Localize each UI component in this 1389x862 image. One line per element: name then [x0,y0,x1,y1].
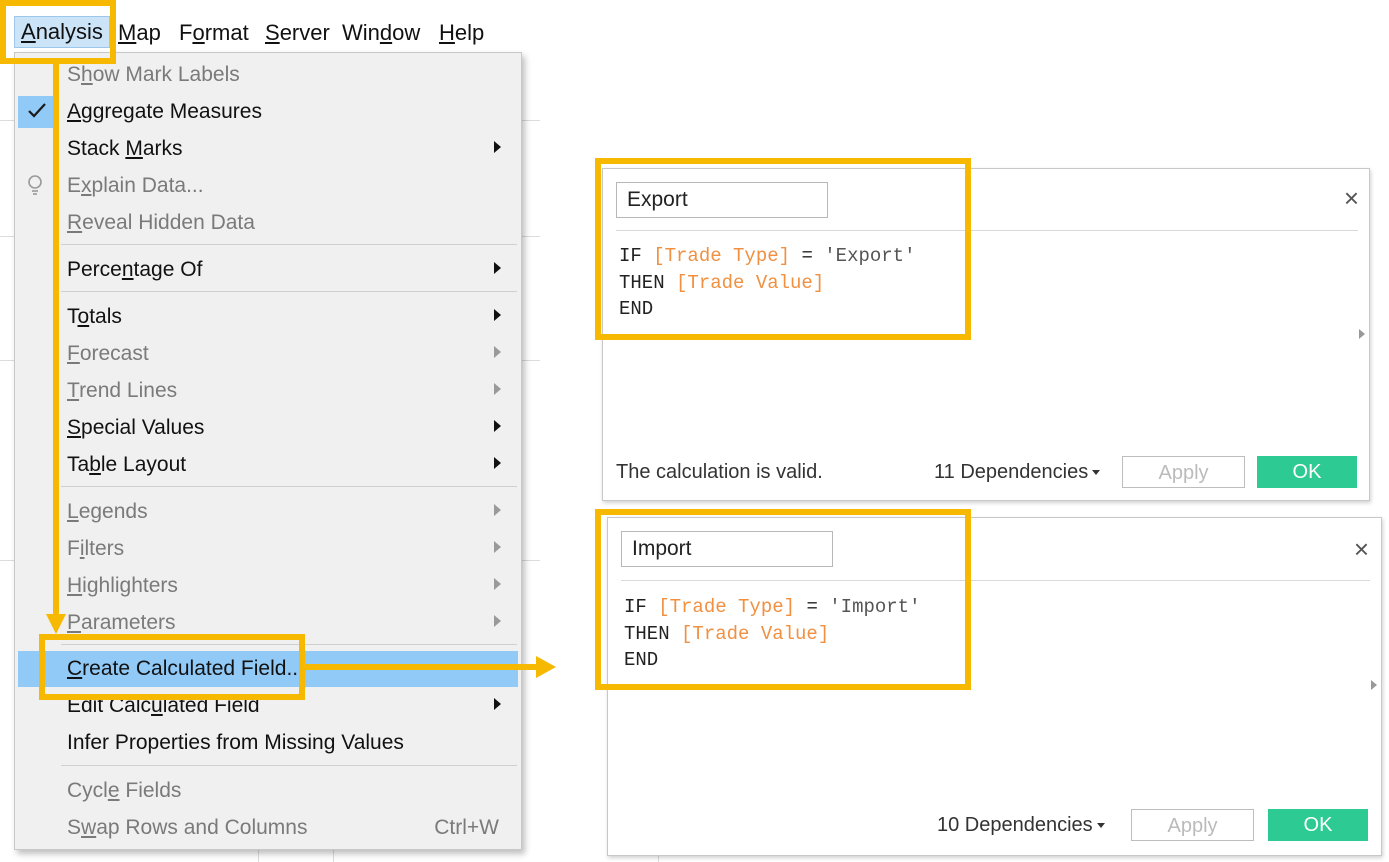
submenu-arrow-icon [494,578,501,590]
menu-item-totals[interactable]: Totals [15,299,521,335]
submenu-arrow-icon [494,141,501,153]
menu-map[interactable]: Map [118,20,161,46]
menu-format[interactable]: Format [179,20,249,46]
menu-separator [61,244,517,245]
submenu-arrow-icon [494,457,501,469]
menu-item-cycle-fields[interactable]: Cycle Fields [15,773,521,809]
menu-item-highlighters[interactable]: Highlighters [15,568,521,604]
highlight-box-analysis [0,0,116,64]
highlight-box-import-formula [595,509,971,690]
menu-server-label: erver [279,20,330,45]
menu-item-aggregate-measures[interactable]: Aggregate Measures [15,94,521,130]
menu-server[interactable]: Server [265,20,330,46]
dependencies-dropdown[interactable]: 11 Dependencies [934,461,1101,484]
menu-item-explain-data[interactable]: Explain Data... [15,168,521,204]
highlight-box-create-calculated-field [39,634,305,700]
close-icon[interactable]: × [1344,183,1359,214]
menu-help-accel: H [439,20,455,45]
menu-window-pre: Win [342,20,380,45]
menu-item-infer-properties[interactable]: Infer Properties from Missing Values [15,725,521,761]
menu-separator [61,486,517,487]
menu-item-swap-rows-columns[interactable]: Swap Rows and Columns Ctrl+W [15,810,521,846]
submenu-arrow-icon [494,504,501,516]
apply-button[interactable]: Apply [1122,456,1245,488]
menu-map-accel: M [118,20,137,45]
validation-status: The calculation is valid. [616,461,823,483]
menu-item-table-layout[interactable]: Table Layout [15,447,521,483]
arrow-right-icon [536,656,556,678]
menu-item-special-values[interactable]: Special Values [15,410,521,446]
expand-arrow-icon[interactable] [1359,329,1365,339]
expand-arrow-icon[interactable] [1371,680,1377,690]
dependencies-dropdown[interactable]: 10 Dependencies [937,814,1105,837]
menu-window-label: ow [392,20,421,45]
highlight-connector-line [53,62,59,628]
checkmark-icon [18,96,56,128]
menu-item-legends[interactable]: Legends [15,494,521,530]
menu-format-pre: F [179,20,193,45]
menu-server-accel: S [265,20,280,45]
caret-down-icon [1092,470,1101,476]
submenu-arrow-icon [494,383,501,395]
bg-divider [258,848,259,862]
menu-window[interactable]: Window [342,20,420,46]
shortcut-label: Ctrl+W [434,816,499,839]
ok-button[interactable]: OK [1268,809,1368,841]
highlight-box-export-formula [595,158,971,340]
menu-item-percentage-of[interactable]: Percentage Of [15,252,521,288]
submenu-arrow-icon [494,346,501,358]
menu-format-label: rmat [204,20,249,45]
submenu-arrow-icon [494,615,501,627]
submenu-arrow-icon [494,698,501,710]
menu-item-stack-marks[interactable]: Stack Marks [15,131,521,167]
ok-button[interactable]: OK [1257,456,1357,488]
highlight-connector-line [303,664,539,670]
menu-item-forecast[interactable]: Forecast [15,336,521,372]
submenu-arrow-icon [494,420,501,432]
caret-down-icon [1096,823,1105,829]
apply-button[interactable]: Apply [1131,809,1254,841]
submenu-arrow-icon [494,262,501,274]
close-icon[interactable]: × [1354,534,1369,565]
bg-divider [333,848,334,862]
menu-item-filters[interactable]: Filters [15,531,521,567]
menu-window-accel: d [379,20,393,45]
menu-help[interactable]: Help [439,20,484,46]
analysis-dropdown-menu: Show Mark Labels Aggregate Measures Stac… [14,52,522,850]
menu-item-trend-lines[interactable]: Trend Lines [15,373,521,409]
menu-separator [61,765,517,766]
menu-map-label: ap [136,20,161,45]
menu-separator [61,291,517,292]
menu-format-accel: o [192,20,205,45]
submenu-arrow-icon [494,541,501,553]
lightbulb-icon [28,175,42,195]
menu-item-reveal-hidden-data[interactable]: Reveal Hidden Data [15,205,521,241]
menu-help-label: elp [454,20,485,45]
submenu-arrow-icon [494,309,501,321]
arrow-down-icon [46,614,66,634]
